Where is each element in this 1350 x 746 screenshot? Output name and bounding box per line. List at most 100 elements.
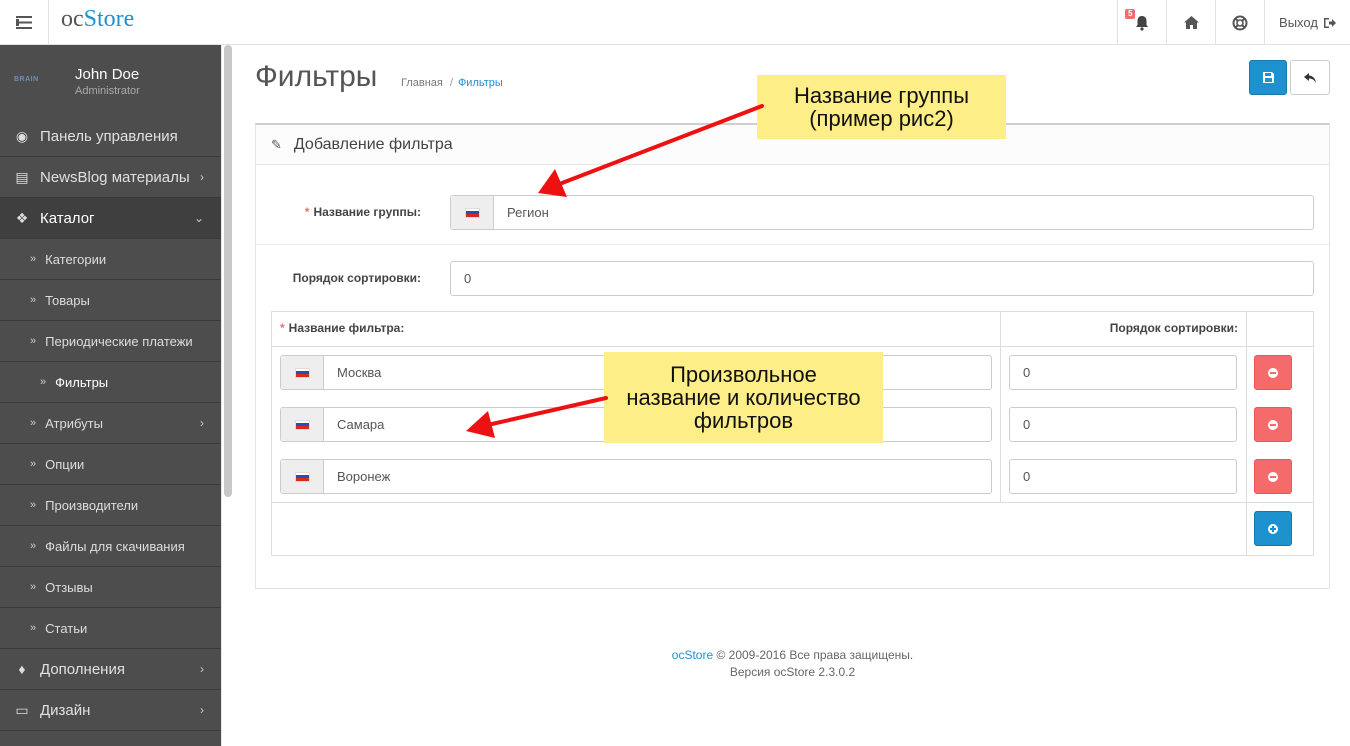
column-header-filter-name: * Название фильтра:	[280, 321, 405, 335]
callout-line: (пример рис2)	[809, 106, 954, 131]
minus-circle-icon	[1268, 471, 1278, 482]
footer-brand-link[interactable]: ocStore	[672, 648, 713, 662]
sidebar-item-label: Дополнения	[40, 660, 125, 678]
sidebar-item-label: Периодические платежи	[45, 333, 193, 349]
group-name-input[interactable]: Регион	[494, 196, 1313, 229]
footer-version: Версия ocStore 2.3.0.2	[729, 665, 856, 679]
sign-out-icon	[1323, 17, 1336, 28]
double-chevron-icon: »	[30, 335, 37, 347]
sidebar-item-catalog[interactable]: ❖ Каталог ⌄	[0, 198, 221, 239]
bell-icon	[1136, 15, 1148, 31]
filter-sort-input[interactable]: 0	[1009, 459, 1237, 494]
column-header-sort-order: Порядок сортировки:	[1109, 321, 1238, 335]
russian-flag-icon	[294, 419, 310, 430]
logo-store: Store	[83, 6, 135, 32]
newspaper-icon: ▤	[15, 168, 29, 185]
save-button[interactable]	[1249, 60, 1287, 95]
dashboard-icon: ◉	[15, 127, 29, 144]
double-chevron-icon: »	[30, 540, 37, 552]
logout-button[interactable]: Выход	[1264, 0, 1350, 45]
menu-toggle-button[interactable]	[0, 0, 49, 45]
sidebar-scrollbar-thumb[interactable]	[224, 45, 232, 497]
filter-name-input[interactable]: Воронеж	[324, 460, 991, 493]
table-header-divider	[272, 346, 1313, 347]
callout-line: название и количество	[626, 385, 861, 410]
sidebar-item-design[interactable]: ▭ Дизайн ›	[0, 690, 221, 731]
add-filter-button[interactable]	[1254, 511, 1292, 546]
double-chevron-icon: »	[30, 294, 37, 306]
required-asterisk: *	[304, 205, 310, 219]
double-chevron-icon: »	[30, 499, 37, 511]
russian-flag-icon	[294, 367, 310, 378]
table-column-divider	[1000, 312, 1001, 502]
puzzle-icon: ♦	[18, 661, 26, 677]
sidebar-item-label: Категории	[45, 251, 107, 267]
logout-label: Выход	[1279, 15, 1318, 30]
sidebar-item-articles[interactable]: » Статьи	[0, 608, 221, 649]
language-flag-addon	[281, 460, 324, 493]
sidebar-item-attributes[interactable]: » Атрибуты ›	[0, 403, 221, 444]
table-column-divider	[1246, 312, 1247, 555]
pencil-icon: ✎	[271, 136, 282, 152]
double-chevron-icon: »	[30, 417, 37, 429]
language-flag-addon	[451, 196, 494, 229]
page-title: Фильтры	[255, 60, 378, 93]
home-icon	[1183, 16, 1199, 29]
double-chevron-icon: »	[30, 622, 37, 634]
sidebar-item-manufacturers[interactable]: » Производители	[0, 485, 221, 526]
chevron-right-icon: ›	[200, 416, 204, 430]
remove-filter-button[interactable]	[1254, 407, 1292, 442]
sidebar-item-label: Панель управления	[40, 127, 178, 145]
plus-circle-icon	[1268, 523, 1278, 534]
russian-flag-icon	[294, 471, 310, 482]
app-logo[interactable]: ocStore	[61, 6, 134, 33]
user-profile[interactable]: BRAIN John Doe Administrator	[0, 45, 221, 115]
sidebar-item-products[interactable]: » Товары	[0, 280, 221, 321]
back-button[interactable]	[1290, 60, 1330, 95]
sidebar-item-extensions[interactable]: ♦ Дополнения ›	[0, 649, 221, 690]
filter-sort-input[interactable]: 0	[1009, 355, 1237, 390]
sidebar-item-label: Дизайн	[40, 701, 91, 719]
chevron-right-icon: ›	[200, 662, 204, 676]
sidebar-item-filters[interactable]: » Фильтры	[0, 362, 221, 403]
breadcrumb-home-link[interactable]: Главная	[401, 77, 443, 89]
filter-sort-input[interactable]: 0	[1009, 407, 1237, 442]
callout-line: Произвольное	[670, 362, 817, 387]
form-divider	[256, 244, 1329, 245]
group-name-field[interactable]: Регион	[450, 195, 1314, 230]
reply-arrow-icon	[1304, 72, 1316, 83]
home-button[interactable]	[1166, 0, 1215, 45]
footer-copyright-text: © 2009-2016 Все права защищены.	[716, 648, 914, 662]
sidebar-item-downloads[interactable]: » Файлы для скачивания	[0, 526, 221, 567]
sidebar-item-label: Атрибуты	[45, 415, 103, 431]
logo-oc: oc	[61, 6, 84, 32]
sidebar-item-dashboard[interactable]: ◉ Панель управления	[0, 116, 221, 157]
sidebar-item-label: Опции	[45, 456, 85, 472]
sidebar-item-categories[interactable]: » Категории	[0, 239, 221, 280]
sort-order-input[interactable]: 0	[450, 261, 1314, 296]
panel-title: Добавление фильтра	[293, 135, 453, 153]
chevron-down-icon: ⌄	[193, 211, 204, 225]
hamburger-menu-icon	[16, 16, 32, 29]
notifications-button[interactable]: 5	[1117, 0, 1166, 45]
breadcrumb-current-link[interactable]: Фильтры	[458, 77, 503, 89]
russian-flag-icon	[464, 207, 480, 218]
remove-filter-button[interactable]	[1254, 355, 1292, 390]
sidebar-item-options[interactable]: » Опции	[0, 444, 221, 485]
minus-circle-icon	[1268, 419, 1278, 430]
sidebar-item-label: Статьи	[45, 620, 88, 636]
chevron-right-icon: ›	[200, 703, 204, 717]
language-flag-addon	[281, 356, 324, 389]
support-button[interactable]	[1215, 0, 1264, 45]
sidebar-item-newsblog[interactable]: ▤ NewsBlog материалы ›	[0, 157, 221, 198]
floppy-disk-icon	[1262, 72, 1274, 83]
annotation-callout-filters: Произвольное название и количество фильт…	[604, 352, 883, 443]
filter-name-field[interactable]: Воронеж	[280, 459, 992, 494]
top-header: ocStore 5 Выход	[0, 0, 1350, 45]
remove-filter-button[interactable]	[1254, 459, 1292, 494]
sidebar-item-reviews[interactable]: » Отзывы	[0, 567, 221, 608]
sidebar-item-label: Отзывы	[45, 579, 93, 595]
tags-icon: ❖	[15, 209, 29, 226]
minus-circle-icon	[1268, 367, 1278, 378]
sidebar-item-recurring[interactable]: » Периодические платежи	[0, 321, 221, 362]
